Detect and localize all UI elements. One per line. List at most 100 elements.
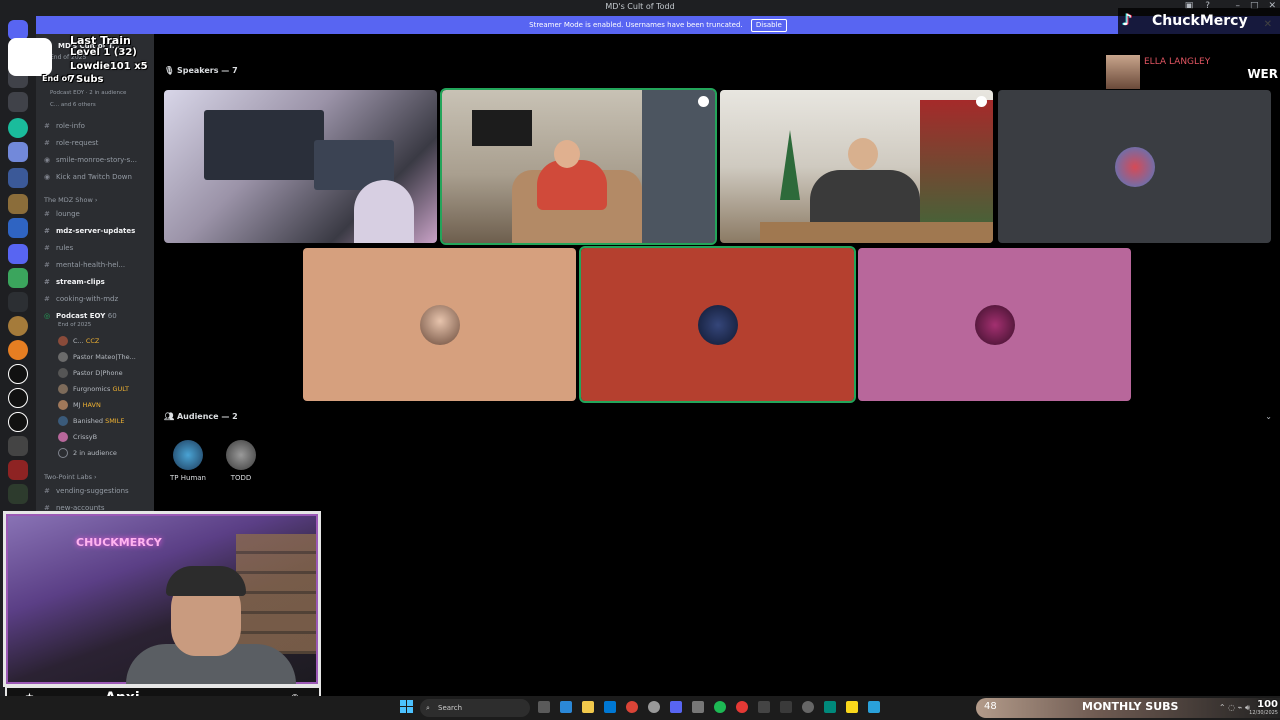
- channel-kick-twitch[interactable]: ◉ Kick and Twitch Down: [44, 171, 150, 183]
- streamer-mode-banner: Streamer Mode is enabled. Usernames have…: [36, 16, 1280, 34]
- avatar: [419, 304, 460, 345]
- server-icon[interactable]: [8, 340, 28, 360]
- channel-cooking[interactable]: # cooking-with-mdz: [44, 293, 150, 305]
- stage-user[interactable]: Banished SMILE: [58, 414, 150, 428]
- system-tray-icons[interactable]: ⌃ ◌ ⌁ 🔊︎: [1219, 703, 1250, 713]
- server-icon[interactable]: [8, 436, 28, 456]
- channel-mental-health[interactable]: # mental-health-hel...: [44, 259, 150, 271]
- sticky-notes-icon[interactable]: [846, 701, 858, 713]
- channel-role-info[interactable]: # role-info: [44, 120, 150, 132]
- disable-streamer-mode-button[interactable]: Disable: [750, 19, 787, 32]
- avatar: [974, 304, 1015, 345]
- channel-lounge[interactable]: # lounge: [44, 208, 150, 220]
- discord-home-icon[interactable]: [8, 20, 28, 40]
- spotify-icon[interactable]: [714, 701, 726, 713]
- overlay-subs: Subs: [76, 74, 104, 85]
- person-figure: [537, 160, 607, 210]
- server-icon[interactable]: [8, 316, 28, 336]
- windows-start-icon[interactable]: [400, 700, 414, 714]
- audience-member[interactable]: TP Human: [158, 440, 218, 482]
- monthly-subs-overlay: 48 MONTHLY SUBS ⌃ ◌ ⌁ 🔊︎ 100 12/30/2025: [976, 698, 1280, 718]
- audience-member[interactable]: TODD: [211, 440, 271, 482]
- collapse-chevron-icon[interactable]: ⌄: [1265, 412, 1272, 421]
- channel-stream-clips[interactable]: # stream-clips: [44, 276, 150, 288]
- speaker-avatar-tile[interactable]: [303, 248, 576, 401]
- speaker-avatar-tile[interactable]: [579, 246, 856, 403]
- stage-user[interactable]: Pastor Mateo|The...: [58, 350, 150, 364]
- category-mdz-show[interactable]: The MDZ Show ›: [44, 196, 98, 204]
- obs-icon[interactable]: [736, 701, 748, 713]
- server-icon[interactable]: [8, 142, 28, 162]
- stage-user[interactable]: MJ HAVN: [58, 398, 150, 412]
- speaker-video-tile[interactable]: [164, 90, 437, 243]
- person-head: [848, 138, 878, 170]
- streamer-webcam: CHUCKMERCY: [3, 511, 321, 687]
- shelf: [236, 534, 316, 654]
- server-icon[interactable]: [8, 460, 28, 480]
- speaker-avatar-tile[interactable]: [998, 90, 1271, 243]
- settings-icon[interactable]: [648, 701, 660, 713]
- category-two-point-labs[interactable]: Two-Point Labs ›: [44, 473, 97, 481]
- hash-icon: #: [44, 244, 50, 252]
- app-icon[interactable]: [824, 701, 836, 713]
- person-head: [554, 140, 580, 168]
- hash-icon: #: [44, 139, 50, 147]
- stage-main: 🎙︎ Speakers — 7 👥︎ Audience — 2 ⌄ TP Hum…: [154, 34, 1280, 704]
- server-icon[interactable]: [8, 168, 28, 188]
- server-icon[interactable]: [8, 268, 28, 288]
- file-explorer-icon[interactable]: [582, 701, 594, 713]
- server-icon[interactable]: [8, 244, 28, 264]
- avatar: [226, 440, 256, 470]
- stage-user[interactable]: Furgnomics GULT: [58, 382, 150, 396]
- tiktok-logo-icon: ♪: [1122, 10, 1133, 29]
- speaker-avatar-tile[interactable]: [858, 248, 1131, 401]
- monitor-screen: [204, 110, 324, 180]
- app-icon[interactable]: [758, 701, 770, 713]
- stage-user[interactable]: C... CCZ: [58, 334, 150, 348]
- store-icon[interactable]: [604, 701, 616, 713]
- app-icon[interactable]: [802, 701, 814, 713]
- channel-smile-monroe[interactable]: ◉ smile-monroe-story-s...: [44, 154, 150, 166]
- discord-icon[interactable]: [670, 701, 682, 713]
- channel-role-request[interactable]: # role-request: [44, 137, 150, 149]
- channel-mdz-server-updates[interactable]: # mdz-server-updates: [44, 225, 150, 237]
- app-icon[interactable]: [780, 701, 792, 713]
- server-icon[interactable]: [8, 292, 28, 312]
- server-icon[interactable]: [8, 194, 28, 214]
- overlay-lowdie: Lowdie101 x5: [70, 61, 148, 72]
- person-figure: [354, 180, 414, 243]
- christmas-tree: [780, 130, 800, 200]
- audience-icon: [58, 448, 68, 458]
- tiktok-overlay: ♪ ChuckMercy: [1118, 8, 1280, 34]
- channel-rules[interactable]: # rules: [44, 242, 150, 254]
- server-icon[interactable]: [8, 118, 28, 138]
- stage-user[interactable]: Pastor D|Phone: [58, 366, 150, 380]
- speaker-video-tile[interactable]: [440, 88, 717, 245]
- server-icon[interactable]: [8, 484, 28, 504]
- app-icon[interactable]: [692, 701, 704, 713]
- stage-icon: ◎: [44, 312, 51, 320]
- server-icon[interactable]: [8, 364, 28, 384]
- avatar: [58, 336, 68, 346]
- telegram-icon[interactable]: [868, 701, 880, 713]
- taskview-icon[interactable]: [538, 701, 550, 713]
- channel-vending-suggestions[interactable]: # vending-suggestions: [44, 485, 150, 497]
- stage-user[interactable]: CrissyB: [58, 430, 150, 444]
- server-icon[interactable]: [8, 388, 28, 408]
- tv-screen: [472, 110, 532, 146]
- server-icon[interactable]: [8, 218, 28, 238]
- overlay-last-train: Last Train: [70, 34, 131, 47]
- hash-icon: #: [44, 227, 50, 235]
- server-icon[interactable]: [8, 412, 28, 432]
- stage-audience-count[interactable]: 2 in audience: [58, 446, 150, 460]
- overlay-level: Level 1 (32): [70, 47, 137, 58]
- tiktok-username: ChuckMercy: [1152, 13, 1248, 29]
- stage-moderator-icon: [976, 96, 987, 107]
- taskbar-clock[interactable]: 12/30/2025: [1249, 710, 1278, 716]
- speaker-video-tile[interactable]: [720, 90, 993, 243]
- edge-icon[interactable]: [560, 701, 572, 713]
- server-icon[interactable]: [8, 92, 28, 112]
- chrome-icon[interactable]: [626, 701, 638, 713]
- taskbar-search[interactable]: ⌕ Search: [420, 699, 530, 717]
- hash-icon: #: [44, 122, 50, 130]
